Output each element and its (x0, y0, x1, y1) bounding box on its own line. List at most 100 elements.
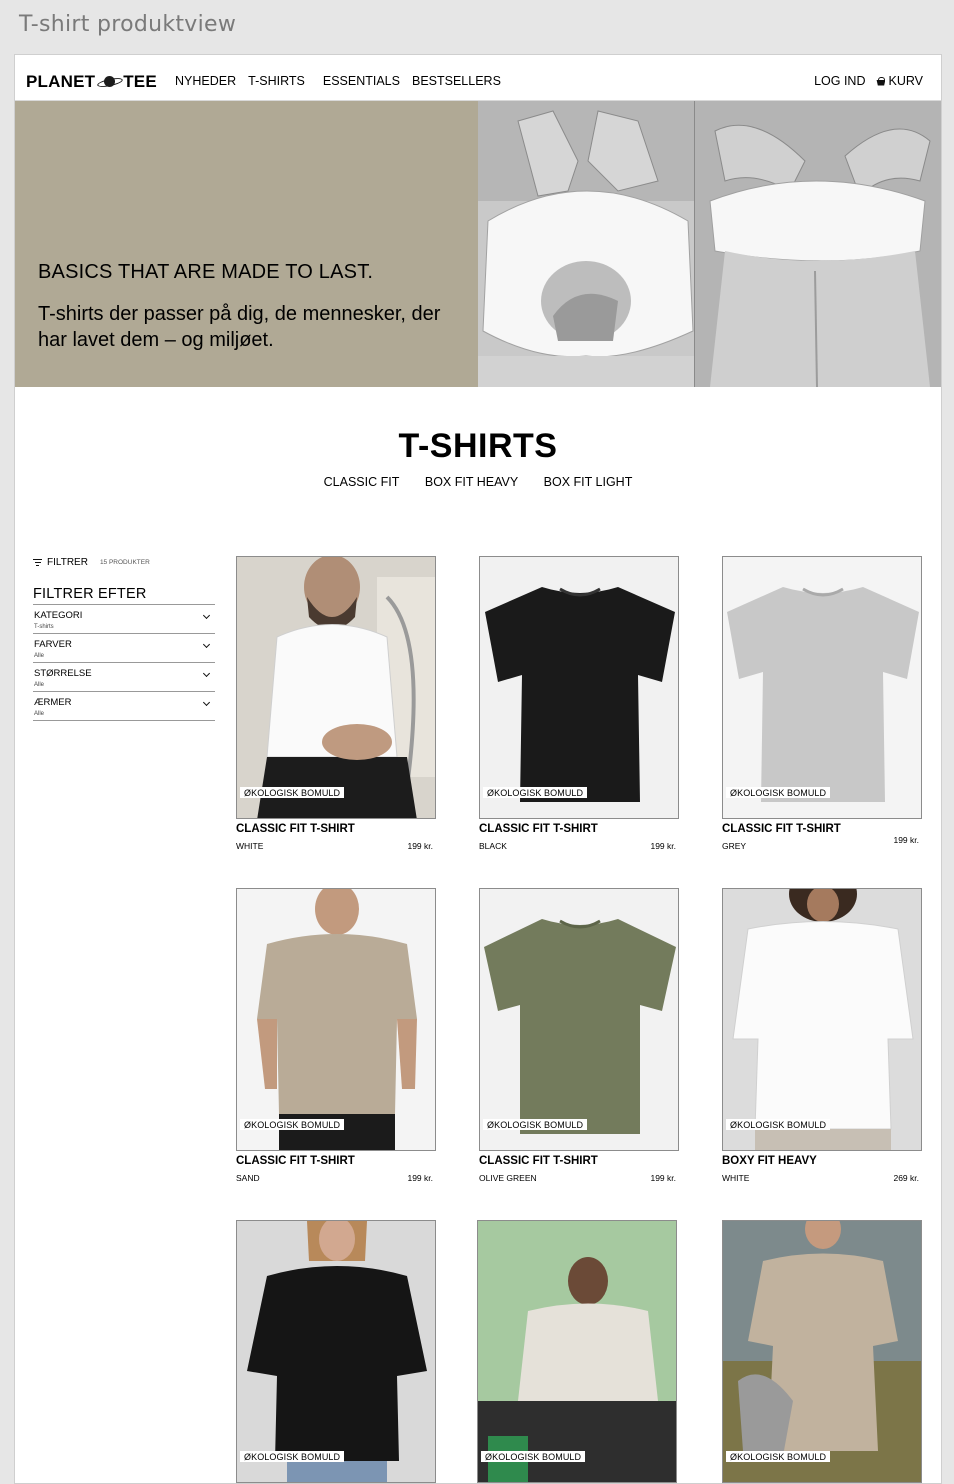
hero-subtext: T-shirts der passer på dig, de mennesker… (38, 303, 441, 351)
product-card[interactable]: ØKOLOGISK BOMULD CLASSIC FIT T-SHIRT WHI… (236, 556, 436, 851)
product-card[interactable]: ØKOLOGISK BOMULD CLASSIC FIT T-SHIRT SAN… (236, 888, 436, 1183)
hero-text-panel: BASICS THAT ARE MADE TO LAST. T-shirts d… (15, 101, 478, 387)
product-price: 199 kr. (407, 841, 433, 851)
photo-sand-tee-workshop-model (478, 1221, 676, 1482)
product-card[interactable]: ØKOLOGISK BOMULD BOXY FIT HEAVY WHITE 26… (722, 888, 922, 1183)
chevron-down-icon (202, 640, 211, 649)
basket-icon (875, 76, 886, 86)
product-image[interactable]: ØKOLOGISK BOMULD (479, 888, 679, 1151)
filter-stoerrelse[interactable]: STØRRELSE Alle (33, 663, 215, 692)
product-image[interactable]: ØKOLOGISK BOMULD (236, 1220, 436, 1483)
product-price: 199 kr. (893, 835, 919, 845)
logo[interactable]: PLANET TEE (26, 72, 157, 92)
filter-aermer[interactable]: ÆRMER Alle (33, 692, 215, 721)
category-subnav: CLASSIC FIT BOX FIT HEAVY BOX FIT LIGHT (15, 475, 941, 489)
product-image[interactable]: ØKOLOGISK BOMULD (479, 556, 679, 819)
filter-list: KATEGORI T-shirts FARVER Alle STØRRELSE … (33, 604, 215, 721)
product-name[interactable]: CLASSIC FIT T-SHIRT (722, 823, 841, 835)
filter-kategori[interactable]: KATEGORI T-shirts (33, 605, 215, 634)
site-header: PLANET TEE NYHEDER T-SHIRTS ESSENTIALS B… (15, 55, 941, 101)
account-nav: LOG IND KURV (814, 74, 923, 88)
photo-grey-tee (723, 557, 921, 818)
organic-cotton-badge: ØKOLOGISK BOMULD (240, 787, 345, 798)
product-color: SAND (236, 1173, 260, 1183)
filter-value: Alle (34, 711, 45, 717)
product-image[interactable]: ØKOLOGISK BOMULD (722, 1220, 922, 1483)
hero-image-model-front (478, 101, 695, 387)
product-card[interactable]: ØKOLOGISK BOMULD CLASSIC FIT T-SHIRT BLA… (479, 556, 679, 851)
logo-text-left: PLANET (26, 72, 96, 91)
organic-cotton-badge: ØKOLOGISK BOMULD (726, 787, 831, 798)
organic-cotton-badge: ØKOLOGISK BOMULD (481, 1451, 586, 1462)
product-image[interactable]: ØKOLOGISK BOMULD (722, 556, 922, 819)
filter-toggle[interactable]: FILTRER 15 PRODUKTER (33, 557, 150, 568)
logo-text-right: TEE (123, 72, 157, 91)
chevron-down-icon (202, 669, 211, 678)
product-color: OLIVE GREEN (479, 1173, 537, 1183)
hero-headline: BASICS THAT ARE MADE TO LAST. (38, 261, 374, 283)
nav-item-nyheder[interactable]: NYHEDER (175, 74, 236, 88)
product-name[interactable]: CLASSIC FIT T-SHIRT (236, 823, 355, 835)
filter-name: KATEGORI (34, 610, 83, 621)
nav-item-essentials[interactable]: ESSENTIALS (323, 74, 400, 88)
subnav-classic-fit[interactable]: CLASSIC FIT (324, 475, 400, 489)
product-image[interactable]: ØKOLOGISK BOMULD (236, 556, 436, 819)
section-title: T-SHIRTS (398, 427, 558, 465)
filter-farver[interactable]: FARVER Alle (33, 634, 215, 663)
product-color: WHITE (722, 1173, 750, 1183)
cart-link[interactable]: KURV (875, 74, 923, 88)
page: PLANET TEE NYHEDER T-SHIRTS ESSENTIALS B… (14, 54, 942, 1484)
product-price: 199 kr. (650, 841, 676, 851)
hero-banner: BASICS THAT ARE MADE TO LAST. T-shirts d… (15, 101, 941, 387)
photo-olive-tee (480, 889, 678, 1150)
hero-image-model-back (695, 101, 941, 387)
filter-name: STØRRELSE (34, 668, 92, 679)
planet-icon (96, 73, 122, 91)
filter-value: Alle (34, 653, 45, 659)
product-card[interactable]: ØKOLOGISK BOMULD CLASSIC FIT T-SHIRT GRE… (722, 556, 922, 851)
product-price: 199 kr. (650, 1173, 676, 1183)
nav-item-tshirts[interactable]: T-SHIRTS (248, 74, 305, 88)
product-card[interactable]: ØKOLOGISK BOMULD CLASSIC FIT T-SHIRT OLI… (479, 888, 679, 1183)
chevron-down-icon (202, 611, 211, 620)
product-card[interactable]: ØKOLOGISK BOMULD (722, 1220, 922, 1483)
product-name[interactable]: CLASSIC FIT T-SHIRT (236, 1155, 355, 1167)
subnav-box-fit-heavy[interactable]: BOX FIT HEAVY (425, 475, 518, 489)
organic-cotton-badge: ØKOLOGISK BOMULD (483, 787, 588, 798)
photo-black-tee (480, 557, 678, 818)
organic-cotton-badge: ØKOLOGISK BOMULD (726, 1119, 831, 1130)
hero-photo-back (695, 101, 941, 387)
organic-cotton-badge: ØKOLOGISK BOMULD (240, 1119, 345, 1130)
organic-cotton-badge: ØKOLOGISK BOMULD (240, 1451, 345, 1462)
organic-cotton-badge: ØKOLOGISK BOMULD (483, 1119, 588, 1130)
product-card[interactable]: ØKOLOGISK BOMULD (477, 1220, 677, 1483)
product-image[interactable]: ØKOLOGISK BOMULD (236, 888, 436, 1151)
product-price: 199 kr. (407, 1173, 433, 1183)
cart-label: KURV (888, 74, 923, 88)
photo-white-tee-model (237, 557, 435, 818)
product-color: BLACK (479, 841, 507, 851)
filter-icon (33, 559, 42, 566)
photo-sand-tee-model (237, 889, 435, 1150)
login-link[interactable]: LOG IND (814, 74, 865, 88)
product-color: GREY (722, 841, 747, 851)
product-color: WHITE (236, 841, 264, 851)
photo-black-boxy-tee-model (237, 1221, 435, 1482)
photo-beige-tee-coast-model (723, 1221, 921, 1482)
chevron-down-icon (202, 698, 211, 707)
product-card[interactable]: ØKOLOGISK BOMULD (236, 1220, 436, 1483)
organic-cotton-badge: ØKOLOGISK BOMULD (726, 1451, 831, 1462)
product-name[interactable]: CLASSIC FIT T-SHIRT (479, 1155, 598, 1167)
product-count: 15 PRODUKTER (99, 559, 150, 566)
product-name[interactable]: CLASSIC FIT T-SHIRT (479, 823, 598, 835)
product-image[interactable]: ØKOLOGISK BOMULD (722, 888, 922, 1151)
filter-value: Alle (34, 682, 45, 688)
filter-name: FARVER (34, 639, 72, 650)
frame-title: T-shirt produktview (19, 12, 237, 37)
filter-heading: FILTRER EFTER (33, 586, 147, 602)
filter-value: T-shirts (34, 624, 54, 630)
product-image[interactable]: ØKOLOGISK BOMULD (477, 1220, 677, 1483)
product-name[interactable]: BOXY FIT HEAVY (722, 1155, 817, 1167)
subnav-box-fit-light[interactable]: BOX FIT LIGHT (544, 475, 633, 489)
nav-item-bestsellers[interactable]: BESTSELLERS (412, 74, 501, 88)
